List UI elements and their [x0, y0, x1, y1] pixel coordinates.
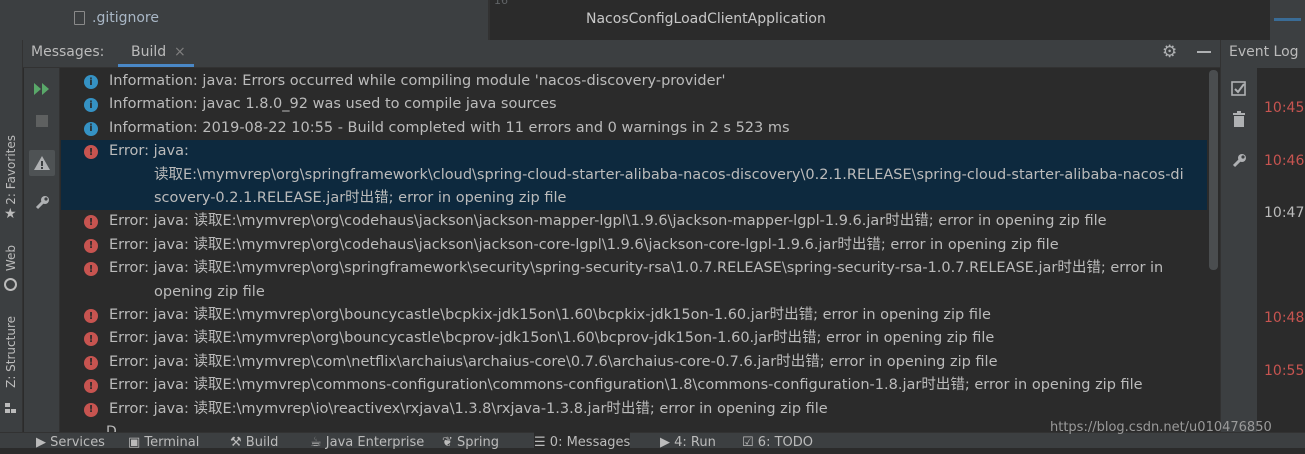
bottom-tab-services[interactable]: ▶ Services: [36, 432, 105, 450]
message-text: Error: java: 读取E:\mymvrep\org\bouncycast…: [109, 330, 995, 347]
error-message[interactable]: ! Error: java: 读取E:\mymvrep\com\netflix\a…: [61, 351, 1220, 374]
watermark: https://blog.csdn.net/u010476850: [1050, 420, 1272, 435]
bottom-tab-spring[interactable]: ❦ Spring: [442, 432, 499, 450]
scrollbar-thumb[interactable]: [1209, 70, 1218, 270]
messages-list[interactable]: i Information: java: Errors occurred whil…: [61, 68, 1220, 432]
globe-icon: [4, 278, 17, 291]
error-icon: !: [84, 332, 98, 347]
bottom-tab-6-todo[interactable]: ☑ 6: TODO: [742, 432, 813, 450]
message-text: Information: java: Errors occurred while…: [109, 73, 726, 89]
structure-tab[interactable]: Z: Structure: [4, 316, 18, 388]
divider: [488, 0, 490, 40]
settings-button[interactable]: [29, 190, 55, 216]
event-time[interactable]: 10:55: [1264, 363, 1304, 379]
stop-icon: [36, 115, 48, 127]
error-icon: !: [84, 309, 98, 323]
info-icon: i: [84, 75, 98, 89]
stop-button[interactable]: [29, 108, 55, 134]
bottom-tab-terminal[interactable]: ▣ Terminal: [128, 432, 199, 450]
event-time[interactable]: 10:45: [1264, 100, 1304, 116]
message-text: Error: java: 读取E:\mymvrep\commons-config…: [109, 377, 1143, 394]
bottom-tab-0-messages[interactable]: ☰ 0: Messages: [534, 432, 631, 450]
error-message[interactable]: ! Error: java: 读取E:\mymvrep\org\springfra…: [61, 257, 1220, 304]
trash-icon: [1233, 111, 1245, 127]
event-time[interactable]: 10:48: [1264, 310, 1304, 326]
tab-build[interactable]: Build: [131, 44, 166, 60]
show-warnings-toggle[interactable]: [29, 150, 55, 176]
error-icon: !: [84, 262, 98, 277]
bottom-tab-build[interactable]: ⚒ Build: [230, 432, 278, 450]
message-text: Error: java: 读取E:\mymvrep\org\bouncycast…: [109, 307, 991, 323]
message-text: scovery-0.2.1.RELEASE.jar时出错; error in o…: [154, 189, 567, 206]
error-icon: !: [84, 215, 98, 230]
scroll-marker: [1274, 18, 1301, 21]
error-message[interactable]: ! Error: java: 读取E:\mymvrep\org\codehaus\…: [61, 234, 1220, 257]
event-time[interactable]: 10:46: [1264, 153, 1304, 169]
star-icon: ★: [4, 206, 17, 222]
info-message[interactable]: i Information: 2019-08-22 10:55 - Build c…: [61, 117, 1220, 140]
run-config-name[interactable]: NacosConfigLoadClientApplication: [586, 11, 826, 27]
message-text: 读取E:\mymvrep\org\springframework\cloud\s…: [154, 166, 1184, 183]
error-icon: !: [84, 238, 98, 253]
error-icon: !: [84, 355, 98, 370]
message-text: Error: java: 读取E:\mymvrep\com\netflix\ar…: [109, 353, 998, 370]
error-icon: !: [84, 402, 98, 417]
active-tab-indicator: [118, 64, 194, 67]
message-text: opening zip file: [154, 283, 265, 300]
wrench-icon: [1232, 154, 1246, 168]
mark-read-button[interactable]: [1226, 76, 1252, 102]
line-number: 16: [494, 0, 508, 7]
error-message[interactable]: ! Error: java: 读取E:\mymvrep\org\codehaus\…: [61, 210, 1220, 233]
messages-label: Messages:: [31, 44, 105, 60]
event-log-toolbar: [1221, 68, 1257, 432]
wrench-icon: [35, 196, 49, 210]
gear-icon[interactable]: ⚙: [1162, 42, 1177, 62]
bottom-tab-4-run[interactable]: ▶ 4: Run: [660, 432, 716, 450]
message-text: Error: java: 读取E:\mymvrep\io\reactivex\r…: [109, 400, 828, 417]
message-text: Error: java: 读取E:\mymvrep\org\springfram…: [109, 260, 1164, 277]
messages-header: [23, 40, 1220, 68]
favorites-tab[interactable]: 2: Favorites: [4, 135, 18, 205]
checklist-icon: [1231, 81, 1246, 96]
structure-icon: [5, 398, 17, 413]
messages-toolbar: [24, 68, 60, 432]
event-log-title[interactable]: Event Log: [1229, 44, 1299, 60]
message-text: Error: java: 读取E:\mymvrep\org\codehaus\j…: [109, 213, 1107, 230]
web-tab[interactable]: Web: [4, 245, 18, 271]
event-time[interactable]: 10:47: [1264, 205, 1304, 221]
message-text: Error: java:: [109, 143, 189, 160]
info-icon: i: [84, 121, 98, 136]
log-settings-button[interactable]: [1226, 148, 1252, 174]
error-message[interactable]: ! Error: java: 读取E:\mymvrep\org\bouncycas…: [61, 304, 1220, 327]
error-icon: !: [84, 145, 98, 160]
message-text: Information: 2019-08-22 10:55 - Build co…: [109, 119, 790, 136]
bottom-tab-java-enterprise[interactable]: ☕ Java Enterprise: [310, 432, 424, 450]
project-file-gitignore[interactable]: .gitignore: [92, 10, 159, 26]
error-message[interactable]: ! Error: java: 读取E:\mymvrep\org\bouncycas…: [61, 327, 1220, 350]
warning-icon: [34, 156, 50, 170]
message-text: Information: javac 1.8.0_92 was used to …: [109, 96, 557, 113]
clear-log-button[interactable]: [1226, 106, 1252, 132]
info-icon: i: [84, 98, 98, 113]
close-tab-icon[interactable]: ×: [174, 44, 186, 60]
error-message[interactable]: ! Error: java: 读取E:\mymvrep\commons-confi…: [61, 374, 1220, 397]
error-message[interactable]: ! Error: java: 读取E:\mymvrep\org\springfram…: [61, 140, 1220, 211]
info-message[interactable]: i Information: javac 1.8.0_92 was used to…: [61, 93, 1220, 116]
rerun-icon: [34, 83, 49, 95]
message-text: Error: java: 读取E:\mymvrep\org\codehaus\j…: [109, 236, 1059, 253]
rerun-button[interactable]: [29, 76, 55, 102]
error-message[interactable]: ! Error: java: 读取E:\mymvrep\io\reactivex\…: [61, 398, 1220, 421]
left-tool-strip: 2: Favorites ★ Web Z: Structure: [0, 40, 23, 432]
error-icon: !: [84, 379, 98, 394]
hide-panel-icon[interactable]: [1197, 51, 1211, 53]
file-icon: [74, 11, 85, 25]
info-message[interactable]: i Information: java: Errors occurred whil…: [61, 70, 1220, 93]
